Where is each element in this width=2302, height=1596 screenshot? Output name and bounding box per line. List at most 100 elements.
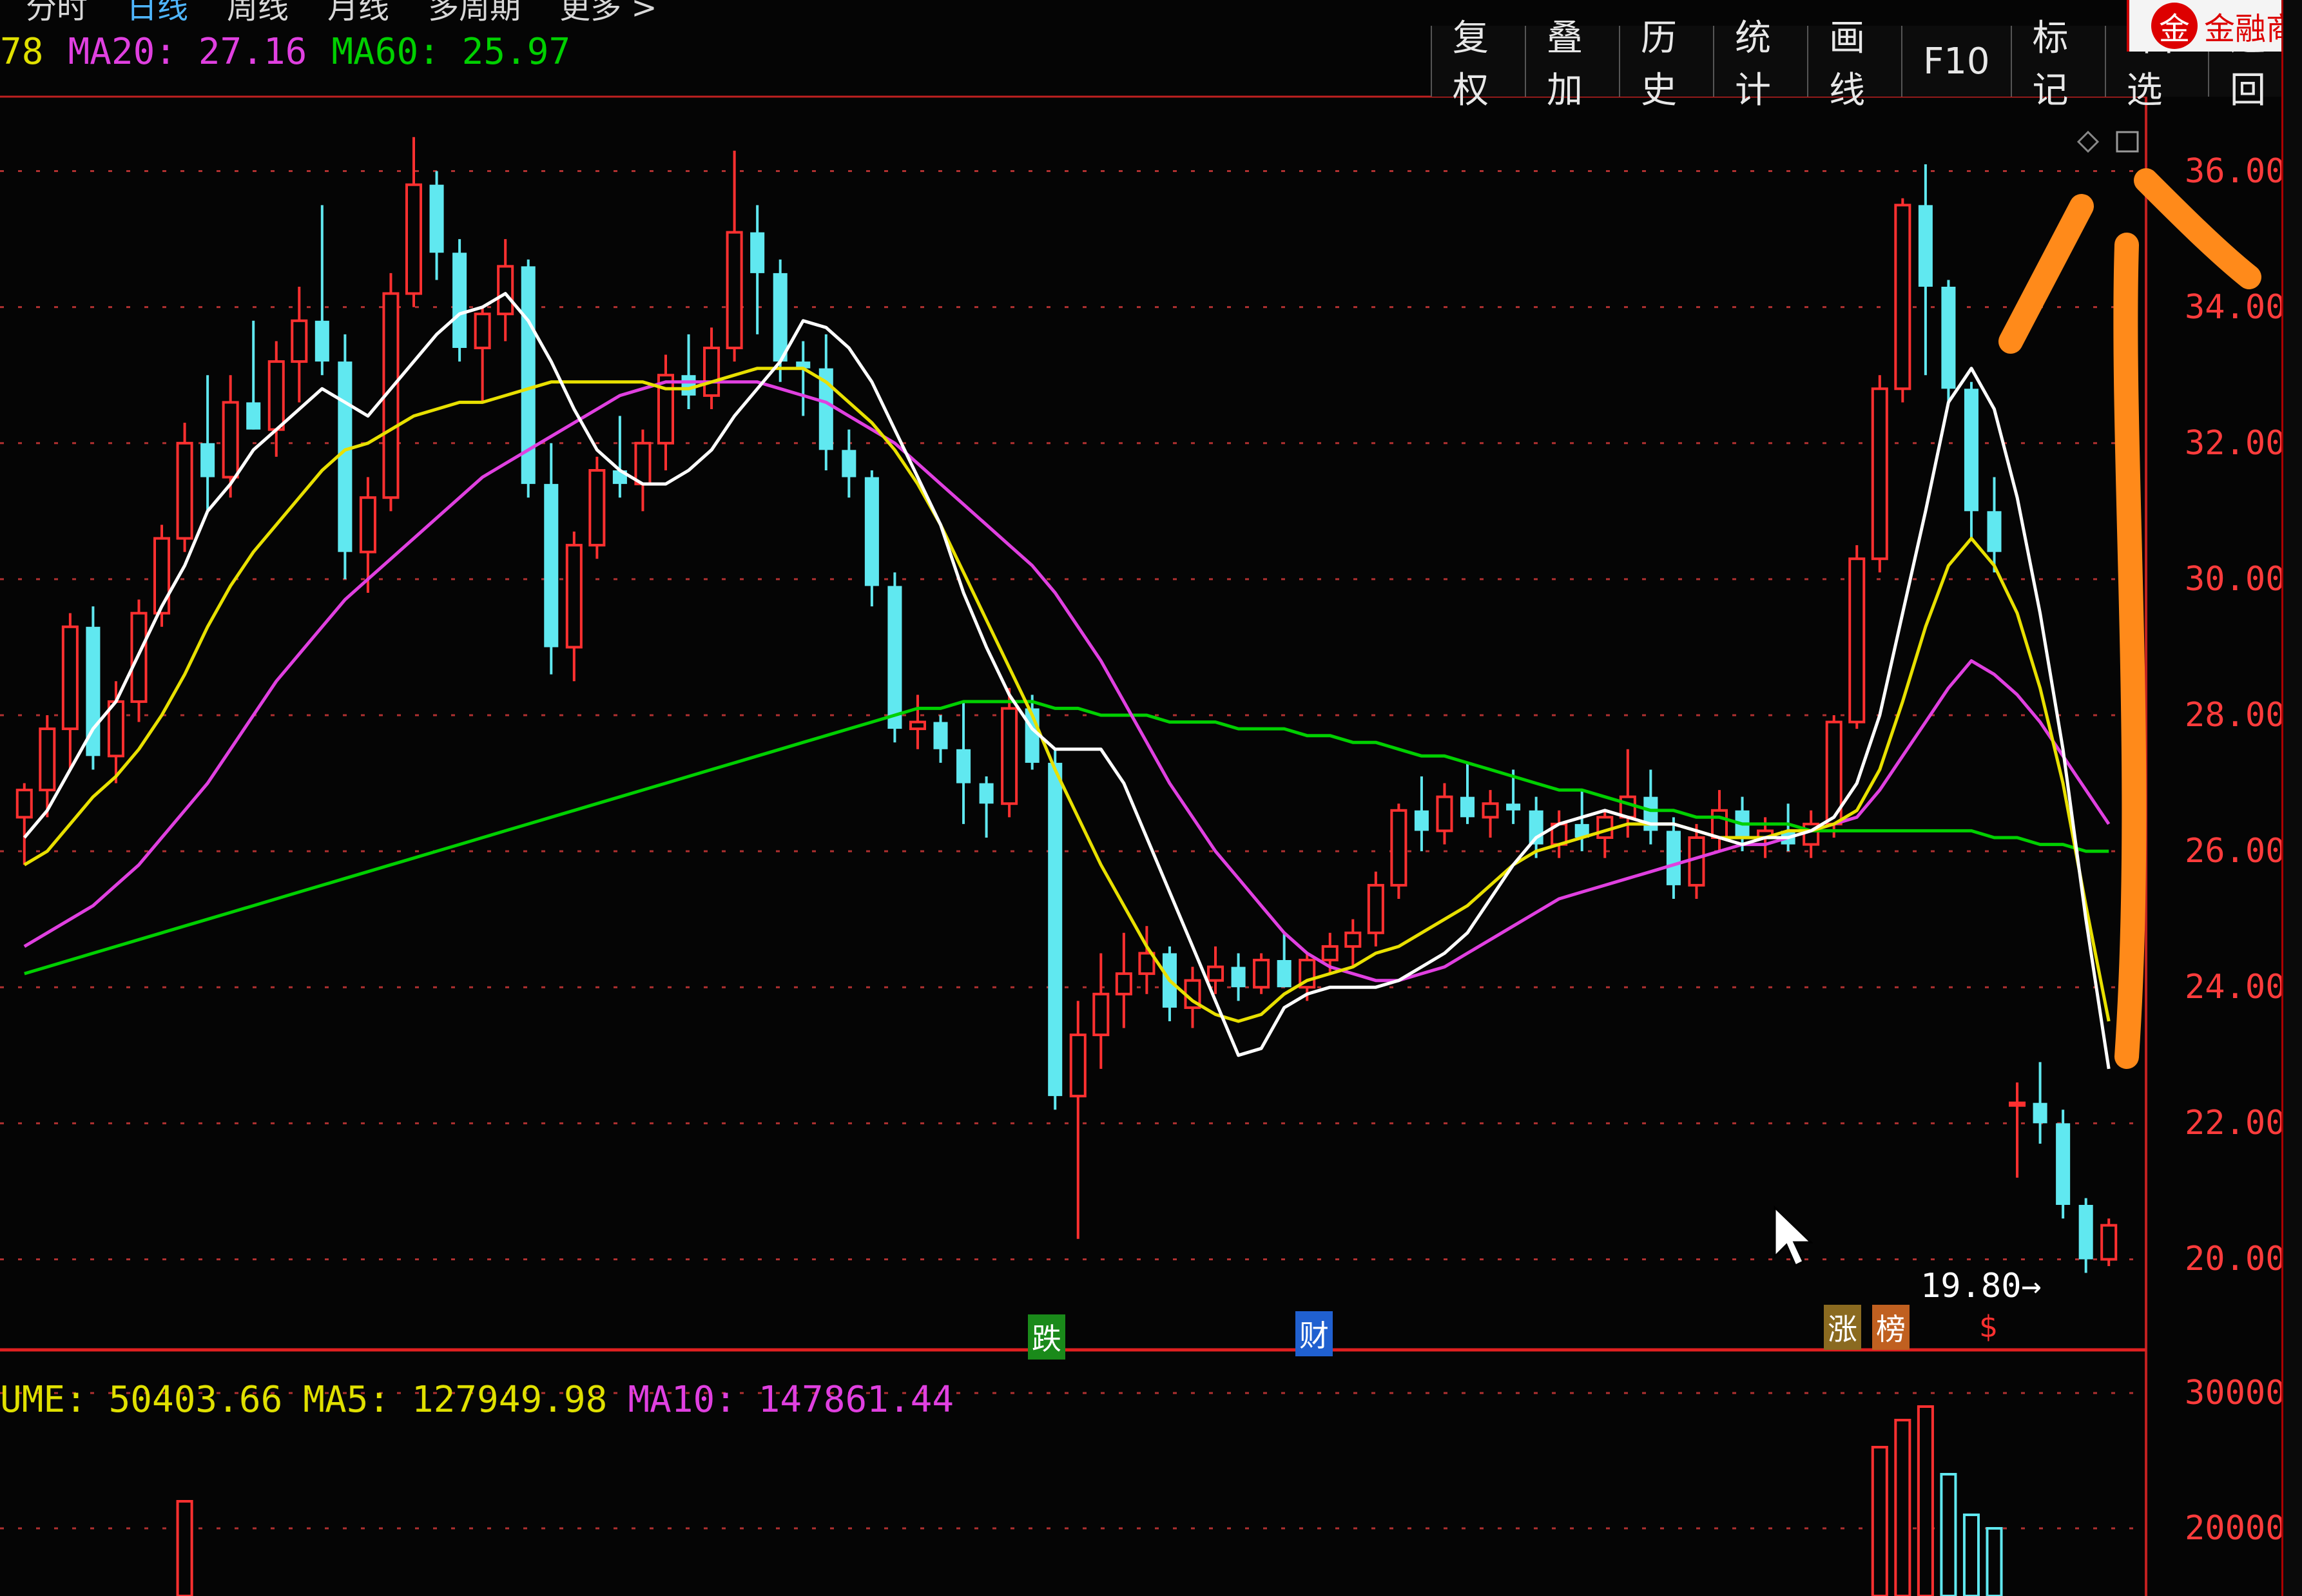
candle-body-up <box>359 496 376 553</box>
candle-body-up <box>1367 883 1384 934</box>
candle-body-down <box>200 443 215 477</box>
candle-body-up <box>1115 972 1132 995</box>
candle-body-up <box>1390 809 1407 887</box>
annotation-arrow-head-left <box>1998 194 2094 354</box>
volume-bar <box>1871 1446 1888 1596</box>
candle-body-up <box>1482 802 1499 819</box>
overlay-button[interactable]: 叠加 <box>1525 17 1620 111</box>
ma-legend: 78 MA20: 27.16 MA60: 25.97 <box>0 31 570 82</box>
candle-body-down <box>544 484 559 648</box>
candle-body-up <box>1069 1034 1087 1098</box>
price-tick-label: 32.00 <box>2185 423 2286 463</box>
candle-body-up <box>222 401 239 479</box>
candle-body-down <box>864 477 879 586</box>
candle-body-down <box>1414 810 1429 831</box>
candle-body-up <box>1596 816 1614 840</box>
ma20-value: MA20: 27.16 <box>68 31 307 73</box>
candle-body-down <box>842 450 856 477</box>
event-marker-up[interactable]: 涨 <box>1824 1305 1861 1350</box>
candle-body-up <box>1871 387 1888 561</box>
candle-body-down <box>452 253 467 348</box>
candle-body-down <box>1460 796 1475 818</box>
candle-body-down <box>1048 762 1063 1097</box>
price-tick-label: 24.00 <box>2185 968 2286 1007</box>
candle-body-down <box>750 232 765 273</box>
candle-body-up <box>2100 1224 2118 1261</box>
tab-more[interactable]: 更多 > <box>559 0 657 36</box>
candle-body-up <box>474 312 491 350</box>
candle-body-up <box>15 789 33 819</box>
volume-tick-label: 20000 <box>2185 1509 2286 1548</box>
price-axis: 20.00 22.00 24.00 26.00 28.00 30.00 32.00 34.00… <box>2146 0 2302 1596</box>
candle-body-down <box>246 402 261 430</box>
candle-body-down <box>979 783 994 804</box>
candle-body-up <box>1436 795 1453 832</box>
statistics-button[interactable]: 统计 <box>1713 17 1808 111</box>
price-tick-label: 36.00 <box>2185 151 2286 191</box>
event-marker-finance[interactable]: 财 <box>1295 1311 1333 1356</box>
candle-body-up <box>405 183 423 295</box>
volume-bar <box>1894 1419 1911 1596</box>
candle-body-up <box>726 231 743 349</box>
volume-bar <box>1917 1405 1934 1596</box>
candle-body-down <box>1666 831 1681 885</box>
candle-body-down <box>1918 205 1933 287</box>
ma20-line <box>23 380 2111 983</box>
annotation-arrow-shaft <box>2113 233 2147 1069</box>
candle-body-up <box>565 544 583 649</box>
stock-chart-window: 分时 日线 周线 月线 多周期 更多 > 78 MA20: 27.16 MA60… <box>0 0 2302 1596</box>
volume-bar <box>176 1500 193 1596</box>
lowest-price-label: 19.80→ <box>1920 1267 2042 1305</box>
candle-body-up <box>267 360 285 431</box>
candle-body-up <box>39 727 56 792</box>
mouse-cursor-icon <box>1774 1205 1814 1267</box>
candle-body-down <box>773 273 788 362</box>
candle-body-up <box>1894 204 1911 390</box>
candle-body-down <box>314 320 329 362</box>
side-panel-strip <box>2281 0 2302 1596</box>
price-tick-label: 30.00 <box>2185 559 2286 599</box>
price-tick-label: 20.00 <box>2185 1240 2286 1279</box>
candle-body-up <box>1253 959 1270 989</box>
panel-toggle-icon <box>2116 131 2139 153</box>
volume-ma5-value: MA5: 127949.98 <box>303 1379 608 1421</box>
candle-body-up <box>1001 707 1018 805</box>
candle-body-up <box>1207 965 1224 982</box>
ma10-value: 78 <box>0 31 44 73</box>
candle-body-down <box>429 184 444 253</box>
candle-body-down <box>1231 966 1246 988</box>
candle-body-down <box>338 361 353 552</box>
candle-body-up <box>1848 557 1866 724</box>
ma5-line <box>23 292 2111 1070</box>
candle-body-down <box>1964 389 1978 512</box>
f10-button[interactable]: F10 <box>1901 26 2011 97</box>
candle-body-down <box>956 749 971 784</box>
volume-bar <box>1986 1527 2003 1596</box>
candlestick-chart <box>0 95 2261 1596</box>
history-button[interactable]: 历史 <box>1619 17 1714 111</box>
volume-tick-label: 30000 <box>2185 1374 2286 1412</box>
price-tick-label: 26.00 <box>2185 832 2286 871</box>
mark-button[interactable]: 标记 <box>2010 17 2105 111</box>
ma60-value: MA60: 25.97 <box>331 31 571 73</box>
candle-body-down <box>2033 1102 2047 1124</box>
candle-body-up <box>909 720 926 731</box>
draw-line-button[interactable]: 画线 <box>1807 17 1902 111</box>
candle-body-down <box>2056 1123 2071 1205</box>
restore-rights-button[interactable]: 复权 <box>1431 17 1525 111</box>
event-marker-list[interactable]: 榜 <box>1872 1305 1910 1350</box>
candle-body-down <box>1987 511 2002 552</box>
candle-body-up <box>291 319 308 363</box>
ma60-line <box>24 700 2109 976</box>
volume-legend: UME: 50403.66 MA5: 127949.98 MA10: 14786… <box>0 1379 954 1421</box>
price-tick-label: 22.00 <box>2185 1104 2286 1143</box>
candle-body-up <box>588 469 606 547</box>
price-tick-label: 34.00 <box>2185 287 2286 327</box>
candle-body-up <box>703 347 721 397</box>
candle-body-down <box>1941 287 1956 389</box>
event-marker-dollar[interactable]: $ <box>1975 1308 2002 1345</box>
event-marker-down[interactable]: 跌 <box>1028 1314 1065 1360</box>
candle-body-down <box>933 722 948 749</box>
candle-body-up <box>1321 945 1339 962</box>
volume-value: UME: 50403.66 <box>0 1379 283 1421</box>
